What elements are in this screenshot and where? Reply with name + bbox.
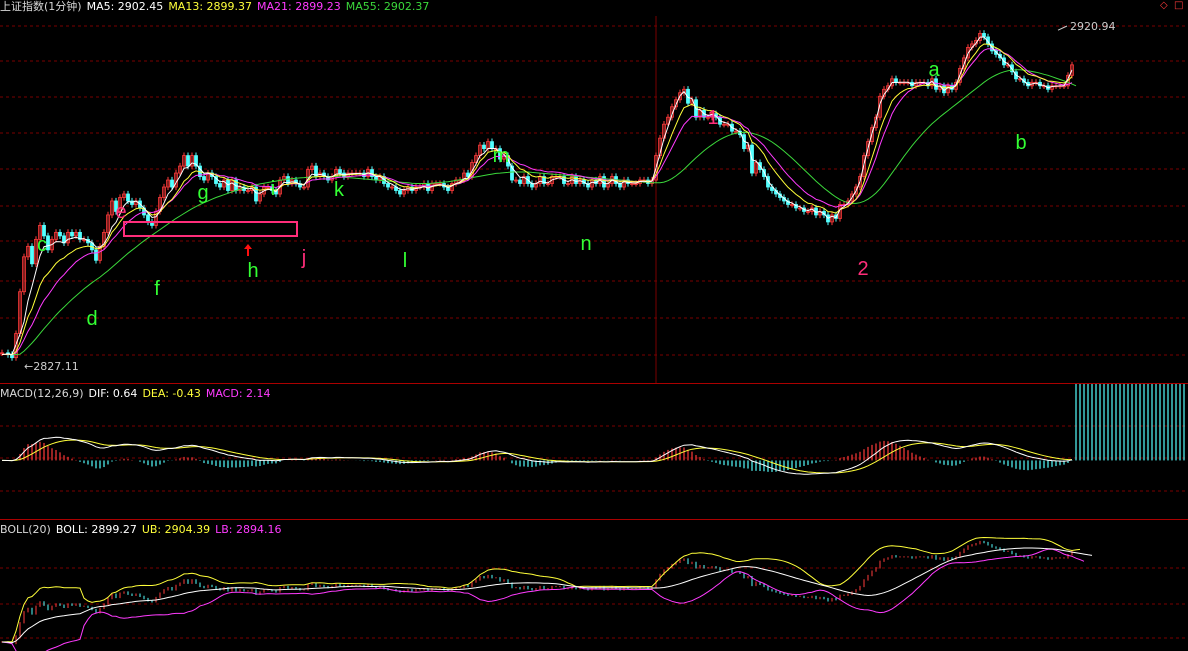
wave-label-i: i xyxy=(271,178,275,200)
ub-value: UB: 2904.39 xyxy=(141,523,211,536)
wave-label-e: e xyxy=(115,201,126,223)
wave-label-1: 1 xyxy=(707,107,718,129)
candle-body xyxy=(574,176,578,184)
boll-value: BOLL: 2899.27 xyxy=(55,523,137,536)
wave-label-c: c xyxy=(37,234,47,256)
candle-body xyxy=(70,231,74,237)
ma55-line xyxy=(2,69,1077,355)
wave-label-f: f xyxy=(154,278,160,300)
boll-title: BOLL(20) xyxy=(0,523,51,536)
candle-body xyxy=(386,183,390,188)
wave-label-d: d xyxy=(86,308,97,330)
candle-body xyxy=(170,179,174,188)
macd-header: MACD(12,26,9) DIF: 0.64 DEA: -0.43 MACD: 2.… xyxy=(0,387,276,401)
candle-body xyxy=(518,179,522,184)
candle-body xyxy=(218,183,222,188)
wave-label-m: m xyxy=(493,145,510,167)
boll-panel[interactable]: BOLL(20) BOLL: 2899.27 UB: 2904.39 LB: 2894… xyxy=(0,520,1188,651)
wave-label-n: n xyxy=(580,233,591,255)
macd-title: MACD(12,26,9) xyxy=(0,387,84,400)
candle-body xyxy=(126,193,130,202)
lb-value: LB: 2894.16 xyxy=(215,523,282,536)
macd-panel[interactable]: MACD(12,26,9) DIF: 0.64 DEA: -0.43 MACD: 2.… xyxy=(0,384,1188,520)
high-price-label: 2920.94 xyxy=(1070,20,1116,33)
boll-lb-line xyxy=(1,548,1085,651)
wave-label-l: l xyxy=(403,250,407,272)
candle-body xyxy=(398,190,402,195)
candle-body xyxy=(58,231,62,237)
wave-label-b: b xyxy=(1015,132,1026,154)
candle-body xyxy=(982,33,986,38)
candle-body xyxy=(30,245,34,265)
wave-label-a: a xyxy=(928,59,940,81)
ma21-line xyxy=(1,48,1073,356)
candle-body xyxy=(146,214,150,223)
candle-body xyxy=(482,144,486,150)
low-price-label: ←2827.11 xyxy=(24,360,79,373)
dea-value: DEA: -0.43 xyxy=(142,387,201,400)
macd-chart xyxy=(0,384,1188,520)
wave-label-h: h xyxy=(247,260,258,282)
boll-chart xyxy=(0,536,1188,651)
candle-body xyxy=(186,155,190,167)
candle-body xyxy=(894,78,898,83)
price-chart: 2920.94 ←2827.11 a b c d f g h i k l m n 1 2 e j xyxy=(0,16,1188,384)
range-box xyxy=(123,221,298,237)
boll-header: BOLL(20) BOLL: 2899.27 UB: 2904.39 LB: 2894… xyxy=(0,523,287,537)
candle-body xyxy=(338,169,342,174)
wave-label-2: 2 xyxy=(857,258,868,280)
high-pointer xyxy=(1057,25,1068,31)
price-panel[interactable]: 上证指数(1分钟) MA5: 2902.45 MA13: 2899.37 MA21: … xyxy=(0,0,1188,384)
macd-value: MACD: 2.14 xyxy=(205,387,271,400)
boll-mid-line xyxy=(1,547,1093,644)
up-arrow-icon xyxy=(244,244,252,256)
wave-label-g: g xyxy=(197,182,208,204)
wave-label-j: j xyxy=(301,247,306,269)
candle-body xyxy=(94,249,98,261)
candle-body xyxy=(202,176,206,181)
ma13-line xyxy=(1,43,1073,356)
wave-label-k: k xyxy=(334,179,345,201)
dif-value: DIF: 0.64 xyxy=(88,387,138,400)
